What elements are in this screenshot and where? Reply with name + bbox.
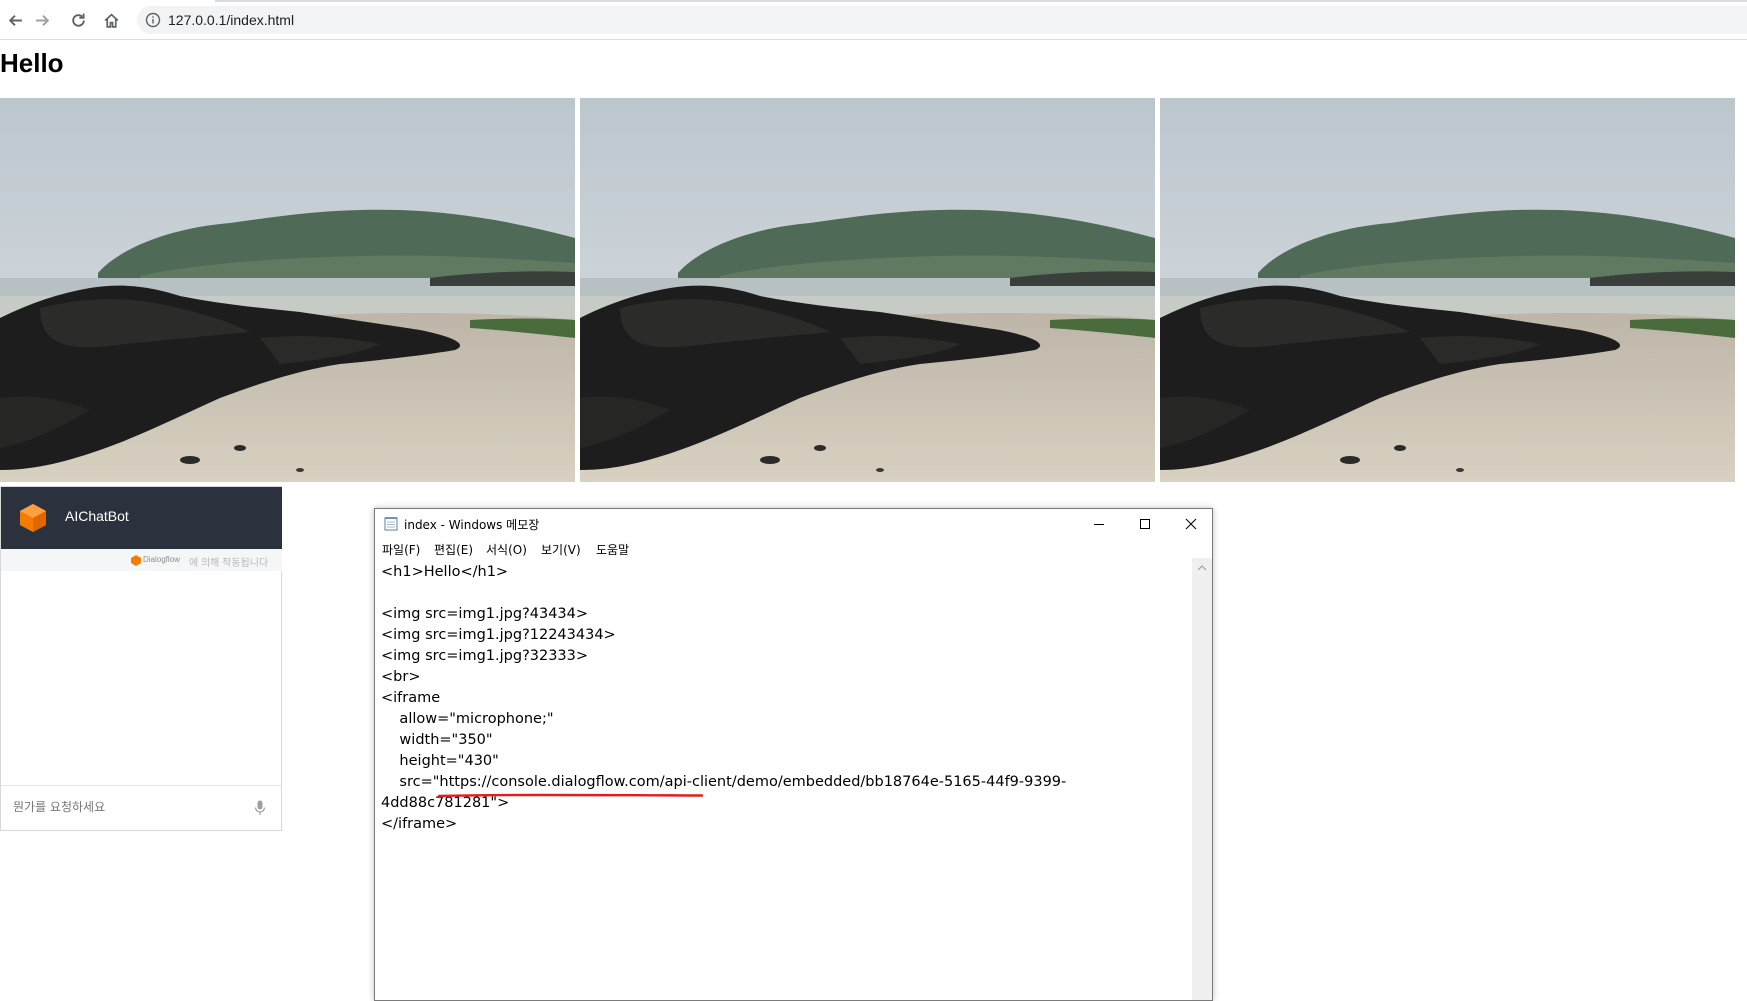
- code-line: <img src=img1.jpg?12243434>: [381, 627, 616, 643]
- powered-text: 에 의해 작동됩니다: [189, 558, 269, 569]
- code-line: src="https://console.dialogflow.com/api-…: [381, 774, 1067, 790]
- minimize-icon: [1094, 523, 1104, 525]
- menu-edit[interactable]: 편집(E): [434, 541, 473, 558]
- chat-input[interactable]: [13, 800, 233, 814]
- code-line: <br>: [381, 669, 421, 685]
- minimize-button[interactable]: [1076, 509, 1122, 538]
- dialogflow-logo-icon: [131, 555, 141, 566]
- code-line: <iframe: [381, 690, 441, 706]
- code-line: height="430": [381, 753, 499, 769]
- url-text[interactable]: 127.0.0.1/index.html: [168, 12, 294, 28]
- powered-by-bar: Dialogflow 에 의해 작동됩니다: [1, 549, 282, 571]
- beach-photo-2: [580, 98, 1155, 482]
- code-line: </iframe>: [381, 816, 458, 832]
- home-icon[interactable]: [100, 9, 122, 31]
- page-title: Hello: [0, 48, 64, 78]
- beach-photo-3: [1160, 98, 1735, 482]
- code-line: <img src=img1.jpg?43434>: [381, 606, 589, 622]
- maximize-button[interactable]: [1122, 509, 1168, 538]
- tab-strip-edge: [215, 0, 1747, 2]
- forward-arrow-icon[interactable]: [31, 9, 53, 31]
- menu-help[interactable]: 도움말: [596, 541, 629, 558]
- chat-input-area: [1, 785, 282, 831]
- chatbot-logo-icon: [20, 504, 46, 532]
- menu-file[interactable]: 파일(F): [382, 541, 420, 558]
- code-line: <h1>Hello</h1>: [381, 564, 509, 580]
- close-icon: [1185, 518, 1197, 529]
- notepad-window: index - Windows 메모장 파일(F) 편집(E) 서식(O) 보기…: [374, 508, 1213, 1001]
- back-arrow-icon[interactable]: [4, 9, 26, 31]
- menu-view[interactable]: 보기(V): [541, 541, 581, 558]
- menu-format[interactable]: 서식(O): [486, 541, 527, 558]
- notepad-text-area[interactable]: <h1>Hello</h1> <img src=img1.jpg?43434> …: [375, 558, 1192, 1000]
- info-icon[interactable]: [145, 12, 161, 28]
- powered-brand: Dialogflow: [143, 555, 180, 564]
- code-line: width="350": [381, 732, 493, 748]
- chatbot-title: AIChatBot: [65, 508, 129, 524]
- chatbot-widget: AIChatBot Dialogflow 에 의해 작동됩니다: [0, 486, 282, 831]
- notepad-menubar: 파일(F) 편집(E) 서식(O) 보기(V) 도움말: [375, 538, 1212, 558]
- address-bar[interactable]: 127.0.0.1/index.html: [137, 6, 1747, 34]
- vertical-scrollbar[interactable]: [1192, 558, 1212, 1000]
- code-line: allow="microphone;": [381, 711, 554, 727]
- notepad-title: index - Windows 메모장: [404, 518, 540, 532]
- code-line: <img src=img1.jpg?32333>: [381, 648, 589, 664]
- notepad-icon: [384, 517, 398, 531]
- beach-photo-1: [0, 98, 575, 482]
- scroll-up-icon[interactable]: [1197, 564, 1207, 572]
- maximize-icon: [1140, 518, 1150, 529]
- chatbot-header: AIChatBot: [1, 487, 282, 549]
- browser-toolbar: 127.0.0.1/index.html: [0, 0, 1747, 40]
- notepad-titlebar[interactable]: index - Windows 메모장: [375, 509, 1212, 538]
- microphone-icon[interactable]: [254, 800, 266, 816]
- close-button[interactable]: [1168, 509, 1214, 538]
- red-underline-annotation: [438, 793, 703, 798]
- reload-icon[interactable]: [67, 9, 89, 31]
